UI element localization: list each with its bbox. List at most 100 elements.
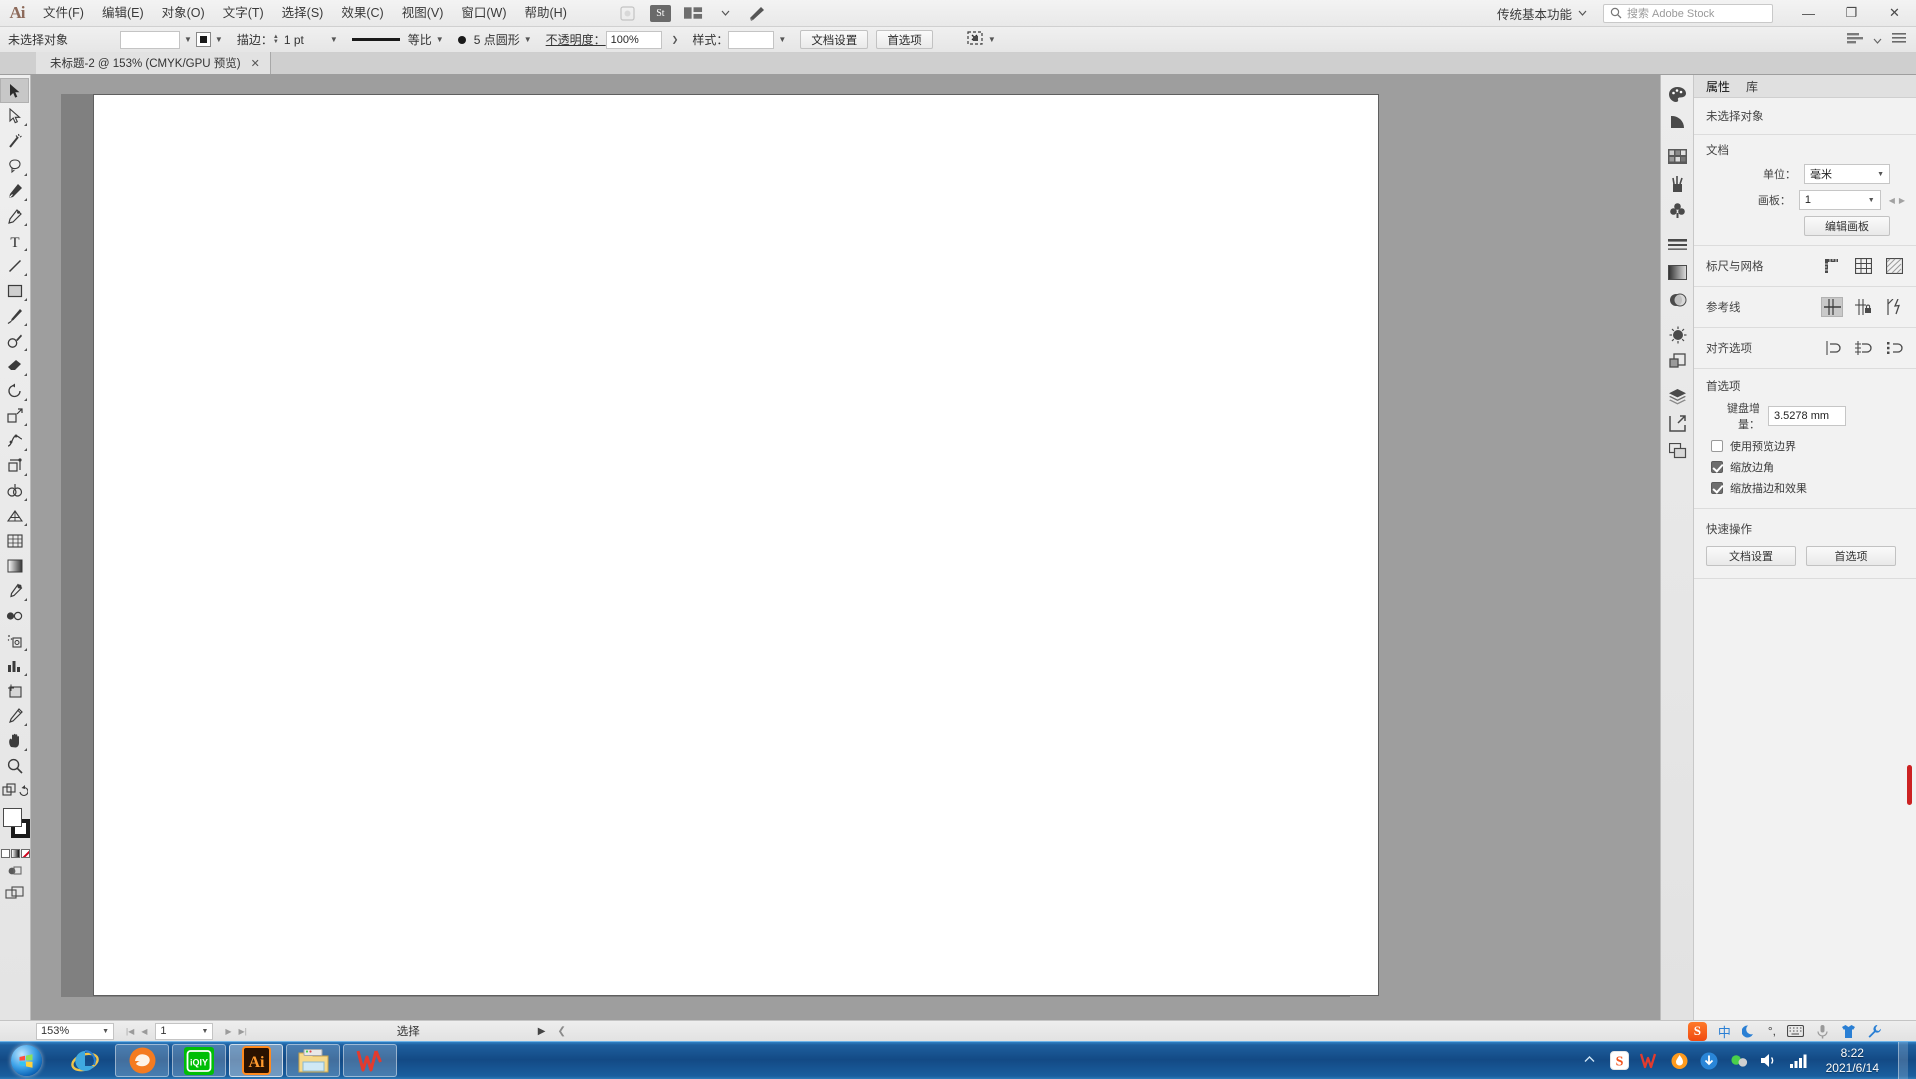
stroke-weight-stepper[interactable]: ▲ ▼ [273, 34, 282, 45]
artboard-select[interactable]: 1 ▼ [1798, 190, 1881, 210]
menu-view[interactable]: 视图(V) [393, 0, 453, 27]
brushes-icon[interactable] [1661, 170, 1694, 197]
control-bar-menu-icon[interactable] [1892, 32, 1906, 47]
artboard-nav[interactable]: ◀ ▶ [1889, 196, 1905, 205]
taskbar-file-explorer[interactable] [286, 1044, 340, 1077]
lock-guides-icon[interactable] [1852, 297, 1874, 317]
layers-icon[interactable] [1661, 383, 1694, 410]
fill-color-swatch-select[interactable] [120, 30, 180, 49]
workspace-switcher[interactable]: 传统基本功能 [1489, 0, 1595, 27]
none-mode-icon[interactable] [21, 848, 30, 858]
taskbar-adobe-illustrator[interactable]: Ai [229, 1044, 283, 1077]
swatches-icon[interactable] [1661, 143, 1694, 170]
stroke-profile-value[interactable]: 等比 [408, 31, 432, 48]
shape-builder-tool[interactable] [0, 478, 29, 503]
selection-tool[interactable] [0, 78, 29, 103]
menu-edit[interactable]: 编辑(E) [93, 0, 153, 27]
tab-properties[interactable]: 属性 [1706, 78, 1730, 95]
keyboard-icon[interactable] [1787, 1025, 1804, 1037]
control-bar-chevron-icon[interactable] [1873, 33, 1882, 47]
tab-libraries[interactable]: 库 [1746, 78, 1758, 95]
keyboard-increment-input[interactable]: 3.5278 mm [1768, 406, 1846, 426]
curvature-tool[interactable] [0, 203, 29, 228]
window-minimize-button[interactable]: — [1787, 0, 1830, 27]
canvas-area[interactable]: ▲ ▼ [31, 75, 1916, 1020]
tray-status-dot-icon[interactable] [1730, 1051, 1749, 1070]
fill-and-stroke-indicator[interactable] [0, 806, 31, 846]
edit-artboards-button[interactable]: 编辑画板 [1804, 216, 1890, 236]
stroke-chevron-down-icon[interactable]: ▼ [211, 35, 227, 44]
show-desktop-button[interactable] [1898, 1041, 1908, 1079]
snap-to-point-icon[interactable] [1821, 338, 1843, 358]
window-maximize-button[interactable]: ❐ [1830, 0, 1873, 27]
zoom-tool[interactable] [0, 753, 29, 778]
rotate-tool[interactable] [0, 378, 29, 403]
smart-guides-icon[interactable] [1883, 297, 1905, 317]
width-tool[interactable] [0, 428, 29, 453]
opacity-expand-icon[interactable]: ❯ [662, 35, 683, 44]
artboard-prev-icon[interactable]: ◀ [1889, 196, 1895, 205]
gradient-tool[interactable] [0, 553, 29, 578]
taskbar-internet-explorer[interactable] [58, 1044, 112, 1077]
scale-tool[interactable] [0, 403, 29, 428]
fill-color-indicator[interactable] [3, 808, 22, 827]
stock-search-input[interactable]: 搜索 Adobe Stock [1603, 3, 1773, 23]
status-collapse-icon[interactable]: ❮ [557, 1026, 565, 1037]
slice-tool[interactable] [0, 703, 29, 728]
rectangle-tool[interactable] [0, 278, 29, 303]
pen-tool[interactable] [0, 178, 29, 203]
scale-strokes-effects-box[interactable] [1711, 482, 1723, 494]
stroke-color-swatch[interactable] [195, 32, 211, 47]
prev-artboard-icon[interactable]: ◀ [141, 1027, 147, 1036]
zoom-level-select[interactable]: 153% ▼ [36, 1022, 114, 1040]
menu-object[interactable]: 对象(O) [153, 0, 214, 27]
artboard-nav-last[interactable]: ▶ ▶| [225, 1027, 246, 1036]
menu-file[interactable]: 文件(F) [34, 0, 93, 27]
pathfinder-icon[interactable] [1661, 348, 1694, 375]
snap-to-grid-icon[interactable] [1852, 338, 1874, 358]
chinese-mode-icon[interactable]: 中 [1718, 1022, 1731, 1041]
perspective-grid-tool[interactable] [0, 503, 29, 528]
shaper-tool[interactable] [0, 328, 29, 353]
artboard-next-icon[interactable]: ▶ [1899, 196, 1905, 205]
last-artboard-icon[interactable]: ▶| [239, 1027, 247, 1036]
snap-to-pixel-icon[interactable] [1883, 338, 1905, 358]
menu-help[interactable]: 帮助(H) [516, 0, 576, 27]
menu-type[interactable]: 文字(T) [214, 0, 273, 27]
artboard[interactable] [93, 94, 1379, 996]
color-icon[interactable] [1661, 81, 1694, 108]
eraser-tool[interactable] [0, 353, 29, 378]
line-segment-tool[interactable] [0, 253, 29, 278]
show-guides-icon[interactable] [1821, 297, 1843, 317]
taskbar-wps-office[interactable] [343, 1044, 397, 1077]
tray-update-icon[interactable] [1700, 1051, 1719, 1070]
scale-strokes-effects-checkbox[interactable]: 缩放描边和效果 [1711, 480, 1905, 496]
magic-wand-tool[interactable] [0, 128, 29, 153]
menu-window[interactable]: 窗口(W) [452, 0, 515, 27]
menu-effect[interactable]: 效果(C) [332, 0, 392, 27]
status-expand-icon[interactable]: ▶ [538, 1026, 546, 1037]
stroke-profile-chevron-down-icon[interactable]: ▼ [432, 35, 448, 44]
scale-corners-box[interactable] [1711, 461, 1723, 473]
use-preview-bounds-box[interactable] [1711, 440, 1723, 452]
type-tool[interactable]: T [0, 228, 29, 253]
stroke-weight-chevron-down-icon[interactable]: ▼ [326, 35, 342, 44]
edit-toolbar-icon[interactable] [0, 778, 29, 802]
taskbar-clock[interactable]: 8:22 2021/6/14 [1820, 1046, 1887, 1076]
arrange-documents-icon[interactable] [683, 5, 703, 22]
sogou-logo-icon[interactable]: S [1687, 1021, 1707, 1041]
blend-tool[interactable] [0, 603, 29, 628]
discover-rocket-icon[interactable] [748, 5, 767, 22]
show-transparency-grid-icon[interactable] [1883, 256, 1905, 276]
brush-chevron-down-icon[interactable]: ▼ [520, 35, 536, 44]
artboard-nav-first[interactable]: |◀ ◀ [126, 1027, 147, 1036]
tray-volume-icon[interactable] [1760, 1051, 1779, 1070]
transparency-icon[interactable] [1661, 286, 1694, 313]
scale-corners-checkbox[interactable]: 缩放边角 [1711, 459, 1905, 475]
tools-wrench-icon[interactable] [1867, 1024, 1882, 1039]
punctuation-icon[interactable]: °, [1768, 1024, 1776, 1038]
align-chevron-down-icon[interactable]: ▼ [984, 35, 1000, 44]
document-tab[interactable]: 未标题-2 @ 153% (CMYK/GPU 预览) ✕ [36, 52, 271, 74]
show-rulers-icon[interactable] [1821, 256, 1843, 276]
bridge-icon[interactable] [618, 5, 637, 22]
